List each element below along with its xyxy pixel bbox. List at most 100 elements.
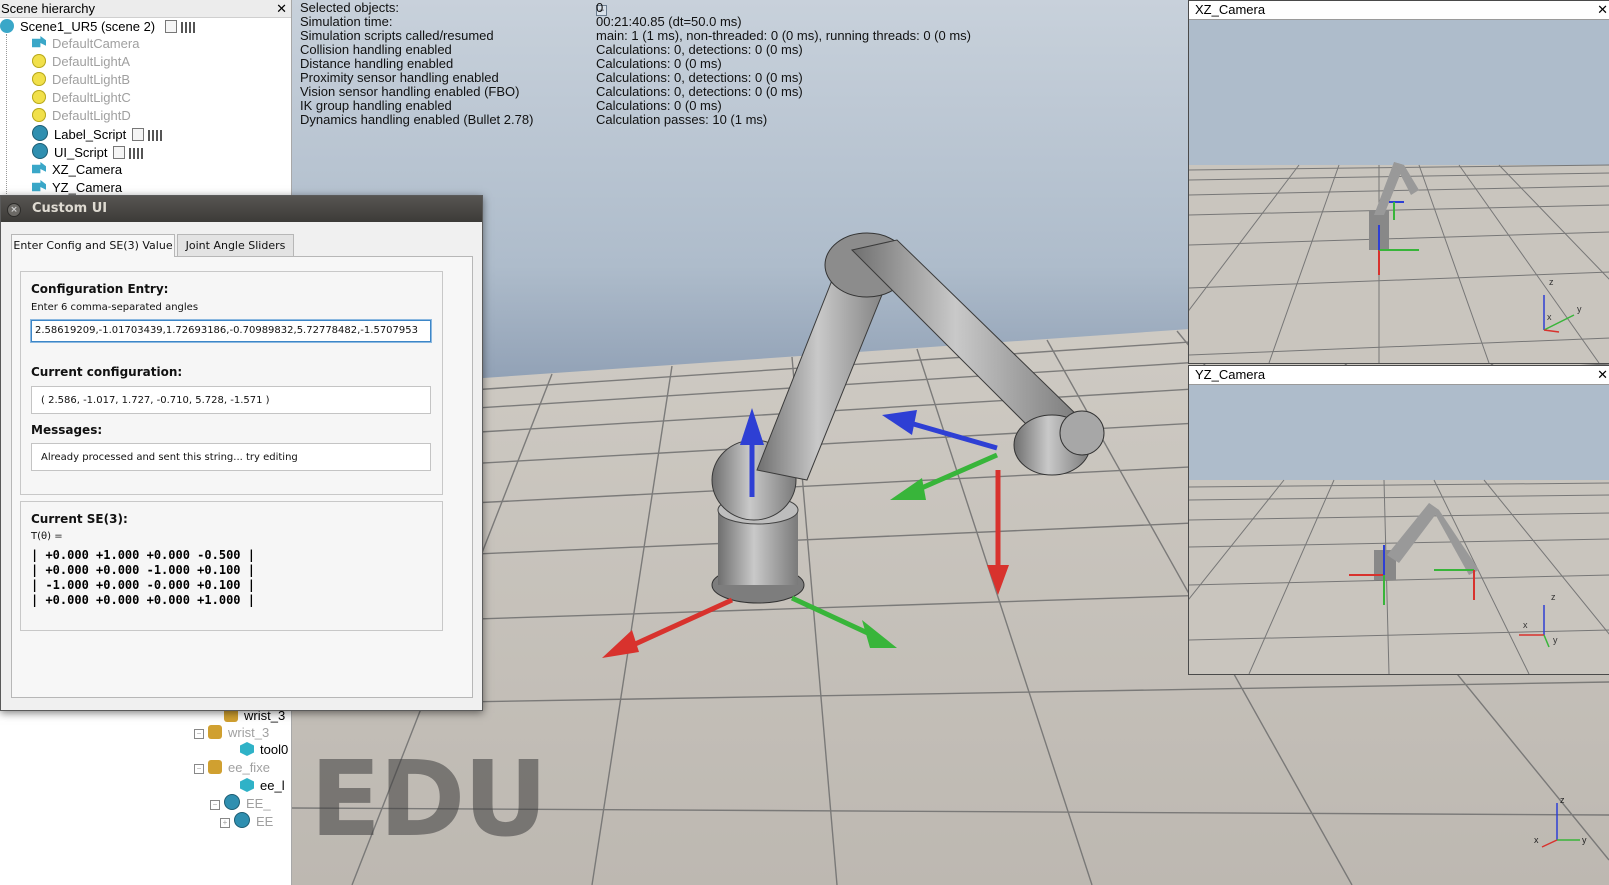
svg-text:x: x: [1523, 620, 1528, 630]
xz-camera-title-bar: XZ_Camera ✕: [1189, 1, 1609, 20]
tree-item-label: UI_Script: [54, 145, 108, 160]
x-axis-arrow: [620, 597, 734, 653]
xz-camera-render: z y x: [1189, 20, 1609, 363]
tree-item-label: tool0: [260, 742, 289, 757]
scene-options-icon[interactable]: [164, 20, 177, 33]
script-icon: [32, 125, 48, 141]
tree-item-xz-camera[interactable]: XZ_Camera: [32, 161, 122, 178]
xz-camera-title: XZ_Camera: [1195, 2, 1266, 17]
camera-icon: [32, 162, 46, 174]
info-value-dynamics: Calculation passes: 10 (1 ms): [596, 112, 768, 127]
tree-item-label: ee_l: [260, 778, 285, 793]
shape-icon: [240, 778, 254, 792]
tree-item-defaultlightb[interactable]: DefaultLightB: [32, 71, 130, 88]
tree-item-ee-link[interactable]: ee_l: [240, 777, 285, 794]
se3-heading: Current SE(3):: [31, 512, 128, 526]
config-angles-input[interactable]: 2.58619209,-1.01703439,1.72693186,-0.709…: [30, 319, 432, 343]
tab-enter-config[interactable]: Enter Config and SE(3) Value: [11, 234, 175, 257]
scene-hierarchy-title: Scene hierarchy: [1, 1, 95, 16]
scene-bars-icon: [180, 22, 195, 33]
svg-text:z: z: [1551, 592, 1556, 602]
close-icon[interactable]: ✕: [1591, 1, 1608, 19]
tree-item-label: DefaultLightD: [52, 108, 131, 123]
tree-item-label-script[interactable]: Label_Script: [32, 125, 163, 142]
script-icon: [224, 794, 240, 810]
yz-camera-view[interactable]: YZ_Camera ✕ z x y: [1188, 365, 1609, 675]
script-file-icon[interactable]: [132, 128, 145, 141]
light-icon: [32, 72, 46, 86]
tree-item-wrist3-joint[interactable]: − wrist_3: [194, 724, 269, 741]
camera-icon: [32, 180, 46, 192]
xz-camera-view[interactable]: XZ_Camera ✕ z y x: [1188, 0, 1609, 364]
orientation-gizmo: z y x: [1534, 795, 1587, 848]
scene-icon: [0, 19, 14, 33]
info-value-distance: Calculations: 0 (0 ms): [596, 56, 722, 71]
light-icon: [32, 90, 46, 104]
close-icon[interactable]: ×: [7, 203, 21, 217]
svg-text:x: x: [1547, 312, 1552, 322]
info-label-distance: Distance handling enabled: [300, 56, 454, 71]
info-value-vision: Calculations: 0, detections: 0 (0 ms): [596, 84, 803, 99]
info-value-ik: Calculations: 0 (0 ms): [596, 98, 722, 113]
info-value-sim-time: 00:21:40.85 (dt=50.0 ms): [596, 14, 742, 29]
tree-item-ee-child[interactable]: + EE: [220, 812, 273, 829]
dialog-title-bar[interactable]: × Custom UI: [1, 196, 482, 222]
tree-item-defaultlighta[interactable]: DefaultLightA: [32, 53, 130, 70]
tree-item-scene[interactable]: Scene1_UR5 (scene 2): [0, 18, 195, 35]
se3-matrix-row: | -1.000 +0.000 -0.000 +0.100 |: [31, 578, 255, 592]
tree-connector-line: [6, 34, 7, 194]
svg-text:y: y: [1582, 835, 1587, 845]
config-entry-hint: Enter 6 comma-separated angles: [31, 302, 199, 313]
tree-item-defaultlightc[interactable]: DefaultLightC: [32, 89, 131, 106]
info-label-vision: Vision sensor handling enabled (FBO): [300, 84, 520, 99]
svg-text:y: y: [1577, 304, 1582, 314]
info-value-scripts: main: 1 (1 ms), non-threaded: 0 (0 ms), …: [596, 28, 971, 43]
tree-item-ee-fixed[interactable]: − ee_fixe: [194, 759, 270, 776]
tree-item-label: Scene1_UR5 (scene 2): [20, 19, 156, 34]
tree-item-label: DefaultLightA: [52, 54, 131, 69]
info-value-proximity: Calculations: 0, detections: 0 (0 ms): [596, 70, 803, 85]
expand-icon[interactable]: +: [220, 818, 230, 828]
shape-icon: [240, 742, 254, 756]
tree-item-label: EE_: [246, 796, 271, 811]
collapse-icon[interactable]: −: [210, 800, 220, 810]
script-bars-icon: [148, 130, 163, 141]
light-icon: [32, 108, 46, 122]
svg-text:y: y: [1553, 635, 1558, 645]
script-file-icon[interactable]: [113, 146, 126, 159]
tree-item-defaultlightd[interactable]: DefaultLightD: [32, 107, 131, 124]
close-icon[interactable]: ✕: [1591, 366, 1608, 384]
info-label-collision: Collision handling enabled: [300, 42, 452, 57]
svg-text:z: z: [1549, 277, 1554, 287]
tab-joint-angle-sliders[interactable]: Joint Angle Sliders: [177, 234, 294, 256]
tree-item-label: DefaultLightB: [52, 72, 131, 87]
tree-item-label: XZ_Camera: [52, 162, 123, 177]
tree-item-ui-script[interactable]: UI_Script: [32, 143, 144, 160]
camera-icon: [32, 36, 46, 48]
tree-item-yz-camera[interactable]: YZ_Camera: [32, 179, 122, 196]
collapse-icon[interactable]: −: [194, 729, 204, 739]
tree-item-label: DefaultLightC: [52, 90, 131, 105]
yz-camera-title: YZ_Camera: [1195, 367, 1266, 382]
tree-item-label: ee_fixe: [228, 760, 270, 775]
info-label-scripts: Simulation scripts called/resumed: [300, 28, 494, 43]
close-icon[interactable]: ✕: [275, 0, 287, 17]
se3-matrix-row: | +0.000 +0.000 +0.000 +1.000 |: [31, 593, 255, 607]
se3-matrix-row: | +0.000 +1.000 +0.000 -0.500 |: [31, 548, 255, 562]
svg-text:x: x: [1534, 835, 1539, 845]
info-label-proximity: Proximity sensor handling enabled: [300, 70, 499, 85]
tree-item-ee-script[interactable]: − EE_: [210, 794, 271, 811]
se3-matrix-row: | +0.000 +0.000 -1.000 +0.100 |: [31, 563, 255, 577]
tree-item-label: DefaultCamera: [52, 36, 140, 51]
tree-item-label: EE: [256, 814, 274, 829]
info-label-ik: IK group handling enabled: [300, 98, 452, 113]
info-label-dynamics: Dynamics handling enabled (Bullet 2.78): [300, 112, 534, 127]
messages-display: Already processed and sent this string..…: [31, 443, 431, 471]
tree-item-defaultcamera[interactable]: DefaultCamera: [32, 35, 139, 52]
collapse-icon[interactable]: −: [194, 764, 204, 774]
tree-item-label: Label_Script: [54, 127, 127, 142]
tree-item-label: YZ_Camera: [52, 180, 123, 195]
light-icon: [32, 54, 46, 68]
tree-item-tool0[interactable]: tool0: [240, 741, 288, 758]
joint-icon: [208, 725, 222, 739]
